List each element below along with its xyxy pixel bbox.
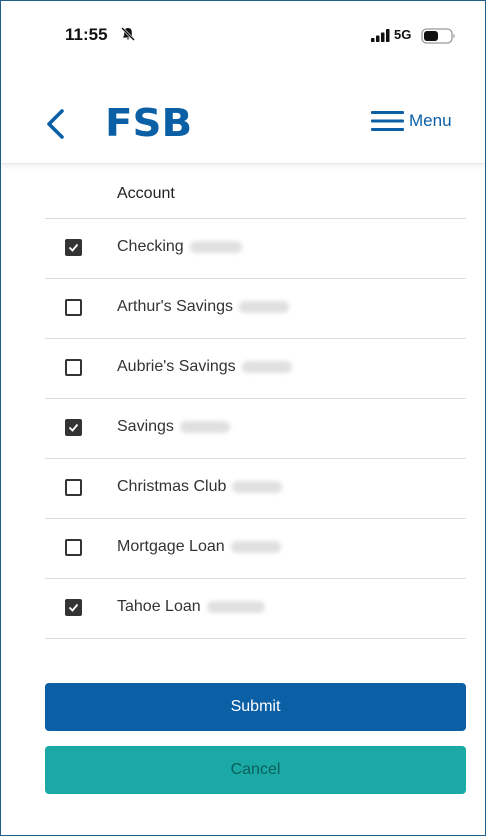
account-checkbox[interactable] (65, 539, 82, 556)
masked-account-number (179, 421, 230, 433)
account-row-checking[interactable]: Checking (45, 219, 466, 279)
masked-account-number (239, 301, 289, 313)
account-label: Mortgage Loan (117, 538, 281, 556)
account-name: Tahoe Loan (117, 598, 201, 615)
account-name: Aubrie's Savings (117, 358, 236, 375)
status-time: 11:55 (65, 25, 108, 44)
fsb-logo[interactable]: FSB (105, 101, 192, 145)
account-label: Aubrie's Savings (117, 358, 292, 376)
account-row-aubries-savings[interactable]: Aubrie's Savings (45, 339, 466, 399)
masked-account-number (230, 541, 281, 553)
masked-account-number (189, 241, 242, 253)
account-name: Christmas Club (117, 478, 227, 495)
account-label: Checking (117, 238, 242, 256)
signal-icon (371, 29, 390, 42)
account-label: Christmas Club (117, 478, 283, 496)
battery-icon (421, 28, 455, 44)
checkmark-icon (68, 423, 79, 432)
account-checkbox[interactable] (65, 479, 82, 496)
account-column-header: Account (117, 185, 175, 202)
account-name: Savings (117, 418, 174, 435)
account-checkbox[interactable] (65, 359, 82, 376)
account-list-header: Account (45, 167, 466, 219)
app-frame: 11:55 5G FSB Menu Account Checking Arthu… (0, 0, 486, 836)
masked-account-number (241, 361, 292, 373)
chevron-left-icon[interactable] (43, 107, 67, 141)
account-list: Account Checking Arthur's Savings Aubrie… (45, 167, 466, 639)
status-bar: 11:55 5G (1, 1, 485, 63)
account-checkbox[interactable] (65, 299, 82, 316)
account-checkbox[interactable] (65, 419, 82, 436)
cancel-button[interactable]: Cancel (45, 746, 466, 794)
account-label: Arthur's Savings (117, 298, 289, 316)
checkmark-icon (68, 603, 79, 612)
bell-slash-icon (121, 27, 135, 41)
account-name: Arthur's Savings (117, 298, 233, 315)
app-header: FSB Menu (1, 79, 485, 164)
hamburger-menu-icon (371, 111, 404, 131)
account-row-arthurs-savings[interactable]: Arthur's Savings (45, 279, 466, 339)
account-row-tahoe-loan[interactable]: Tahoe Loan (45, 579, 466, 639)
account-row-savings[interactable]: Savings (45, 399, 466, 459)
checkmark-icon (68, 243, 79, 252)
submit-button[interactable]: Submit (45, 683, 466, 731)
account-row-christmas-club[interactable]: Christmas Club (45, 459, 466, 519)
account-label: Savings (117, 418, 230, 436)
account-name: Mortgage Loan (117, 538, 225, 555)
menu-label: Menu (409, 111, 452, 130)
menu-button[interactable]: Menu (371, 109, 452, 133)
masked-account-number (206, 601, 265, 613)
account-checkbox[interactable] (65, 599, 82, 616)
account-checkbox[interactable] (65, 239, 82, 256)
account-label: Tahoe Loan (117, 598, 265, 616)
masked-account-number (232, 481, 283, 493)
account-name: Checking (117, 238, 184, 255)
account-row-mortgage-loan[interactable]: Mortgage Loan (45, 519, 466, 579)
network-label: 5G (394, 27, 412, 42)
